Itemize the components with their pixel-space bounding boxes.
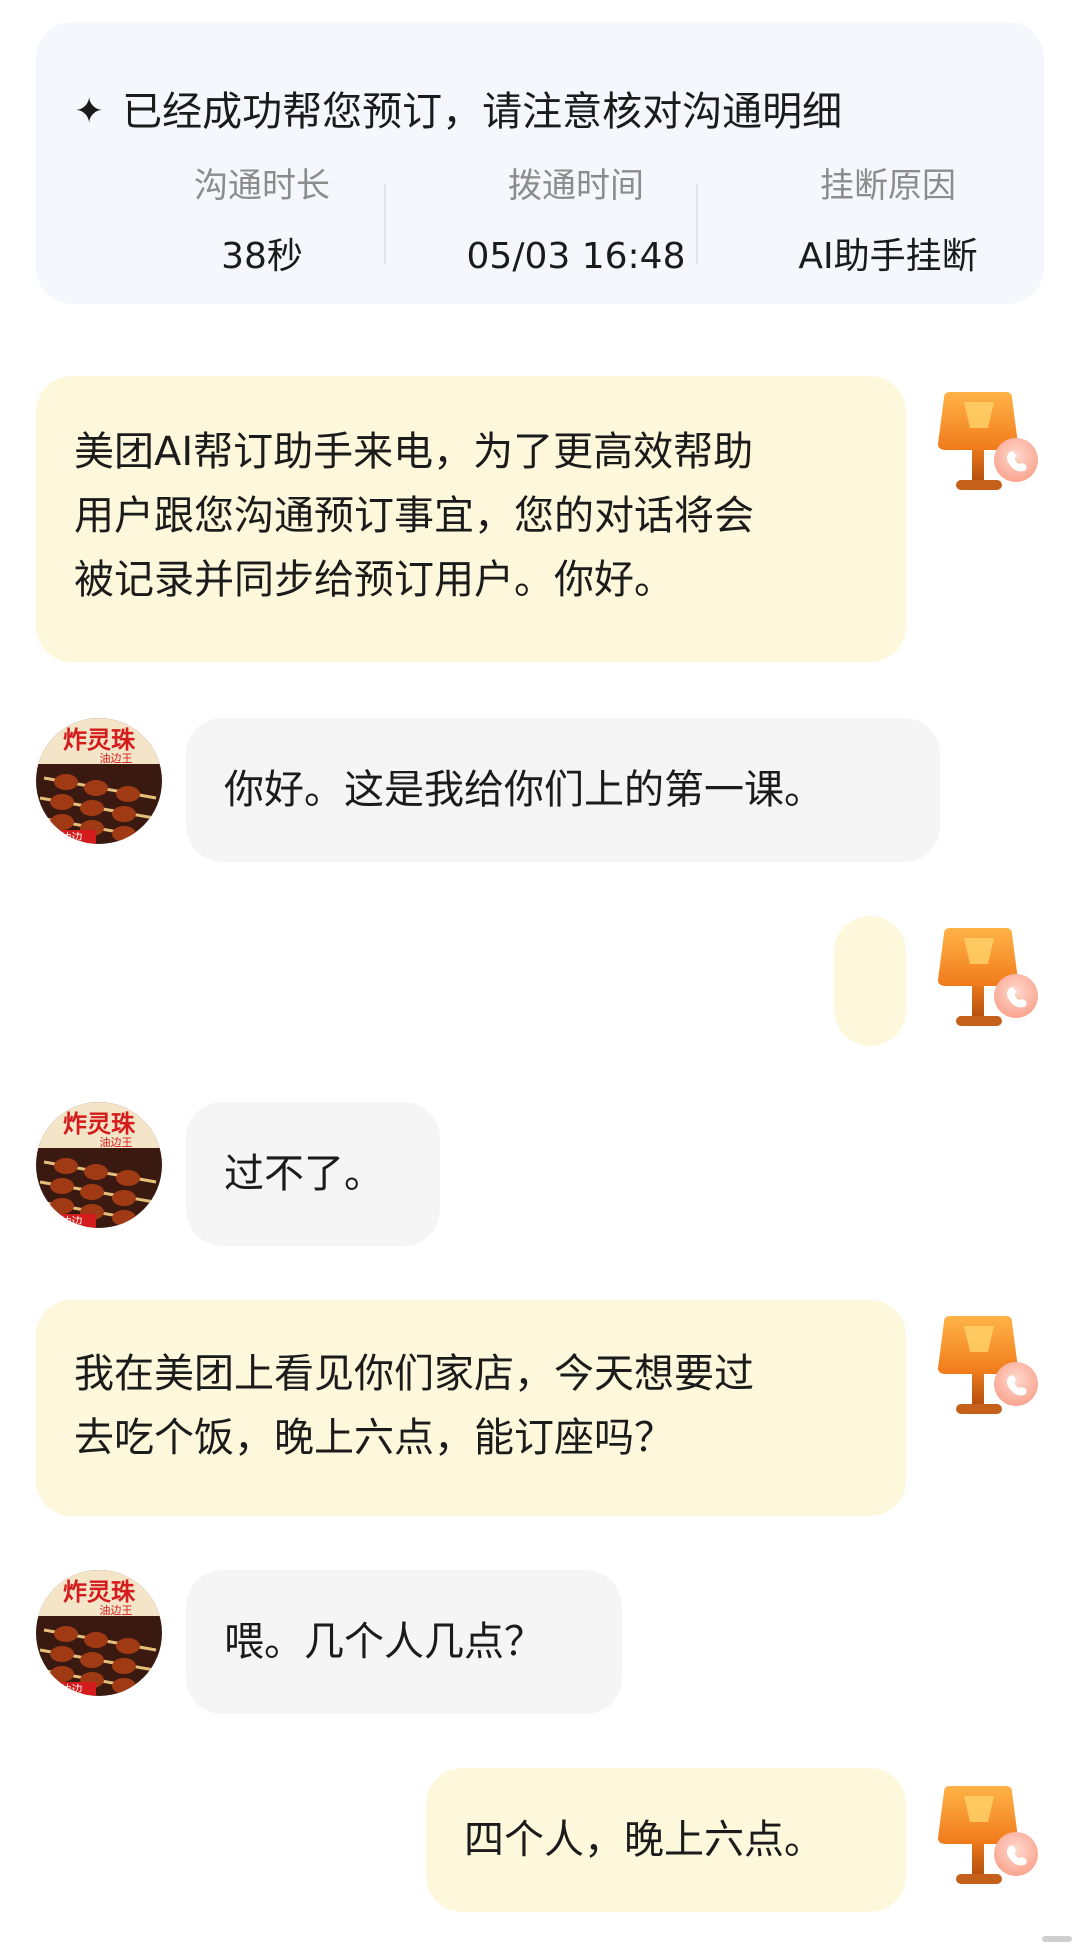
stat-duration: 沟通时长 38秒	[106, 162, 418, 282]
stat-hangup-reason: 挂断原因 AI助手挂断	[732, 162, 1044, 282]
ai-message-bubble: 美团AI帮订助手来电，为了更高效帮助 用户跟您沟通预订事宜，您的对话将会 被记录…	[36, 376, 906, 662]
stat-value: 05/03 16:48	[466, 236, 686, 277]
restaurant-skewers-avatar: 炸灵珠 油边王 大油边	[36, 1102, 162, 1228]
lamp-phone-icon	[938, 392, 1038, 490]
message-text: 美团AI帮订助手来电，为了更高效帮助 用户跟您沟通预订事宜，您的对话将会 被记录…	[74, 429, 754, 603]
ai-message-bubble: 我在美团上看见你们家店，今天想要过 去吃个饭，晚上六点，能订座吗？	[36, 1300, 906, 1516]
summary-title-row: ✦ 已经成功帮您预订，请注意核对沟通明细	[74, 84, 842, 140]
call-summary-card: ✦ 已经成功帮您预订，请注意核对沟通明细 沟通时长 38秒 拨通时间 05/03…	[36, 22, 1044, 304]
stat-value: 38秒	[221, 236, 303, 277]
ai-message-bubble: 四个人，晚上六点。	[426, 1768, 906, 1912]
shop-message-bubble: 你好。这是我给你们上的第一课。	[186, 718, 940, 862]
lamp-phone-icon	[938, 1316, 1038, 1414]
message-text: 过不了。	[224, 1151, 384, 1197]
stat-label: 挂断原因	[820, 166, 956, 206]
stat-divider	[384, 184, 386, 264]
ai-message-bubble-empty	[834, 916, 906, 1046]
stat-label: 沟通时长	[194, 166, 330, 206]
shop-message-bubble: 过不了。	[186, 1102, 440, 1246]
restaurant-avatar: 炸灵珠 油边王 大油边	[36, 718, 162, 844]
stat-value: AI助手挂断	[798, 236, 978, 277]
message-text: 四个人，晚上六点。	[464, 1817, 824, 1863]
svg-text:炸灵珠: 炸灵珠	[63, 1578, 136, 1606]
restaurant-skewers-avatar: 炸灵珠 油边王 大油边	[36, 1570, 162, 1696]
sparkle-icon: ✦	[74, 91, 105, 132]
stat-label: 拨通时间	[508, 166, 644, 206]
call-stats: 沟通时长 38秒 拨通时间 05/03 16:48 挂断原因 AI助手挂断	[36, 162, 1044, 282]
shop-message-bubble: 喂。几个人几点？	[186, 1570, 622, 1714]
ai-assistant-avatar	[934, 1312, 1042, 1420]
restaurant-avatar: 炸灵珠 油边王 大油边	[36, 1102, 162, 1228]
stat-divider	[696, 184, 698, 264]
svg-text:油边王: 油边王	[100, 1135, 133, 1149]
svg-text:大油边: 大油边	[50, 830, 83, 844]
ai-assistant-avatar	[934, 1782, 1042, 1890]
svg-text:炸灵珠: 炸灵珠	[63, 1110, 136, 1138]
message-text: 喂。几个人几点？	[224, 1619, 544, 1665]
svg-text:大油边: 大油边	[50, 1214, 83, 1228]
lamp-phone-icon	[938, 928, 1038, 1026]
restaurant-skewers-avatar: 炸灵珠 油边王 大油边	[36, 718, 162, 844]
svg-text:炸灵珠: 炸灵珠	[63, 726, 136, 754]
svg-text:油边王: 油边王	[100, 1603, 133, 1617]
message-text: 你好。这是我给你们上的第一课。	[224, 767, 824, 813]
lamp-phone-icon	[938, 1786, 1038, 1884]
ai-assistant-avatar	[934, 388, 1042, 496]
ai-assistant-avatar	[934, 924, 1042, 1032]
svg-text:大油边: 大油边	[50, 1682, 83, 1696]
svg-text:油边王: 油边王	[100, 751, 133, 765]
restaurant-avatar: 炸灵珠 油边王 大油边	[36, 1570, 162, 1696]
stat-dial-time: 拨通时间 05/03 16:48	[420, 162, 732, 282]
scroll-indicator[interactable]	[1042, 1936, 1072, 1942]
message-text: 我在美团上看见你们家店，今天想要过 去吃个饭，晚上六点，能订座吗？	[74, 1351, 754, 1461]
summary-title: 已经成功帮您预订，请注意核对沟通明细	[122, 89, 843, 135]
